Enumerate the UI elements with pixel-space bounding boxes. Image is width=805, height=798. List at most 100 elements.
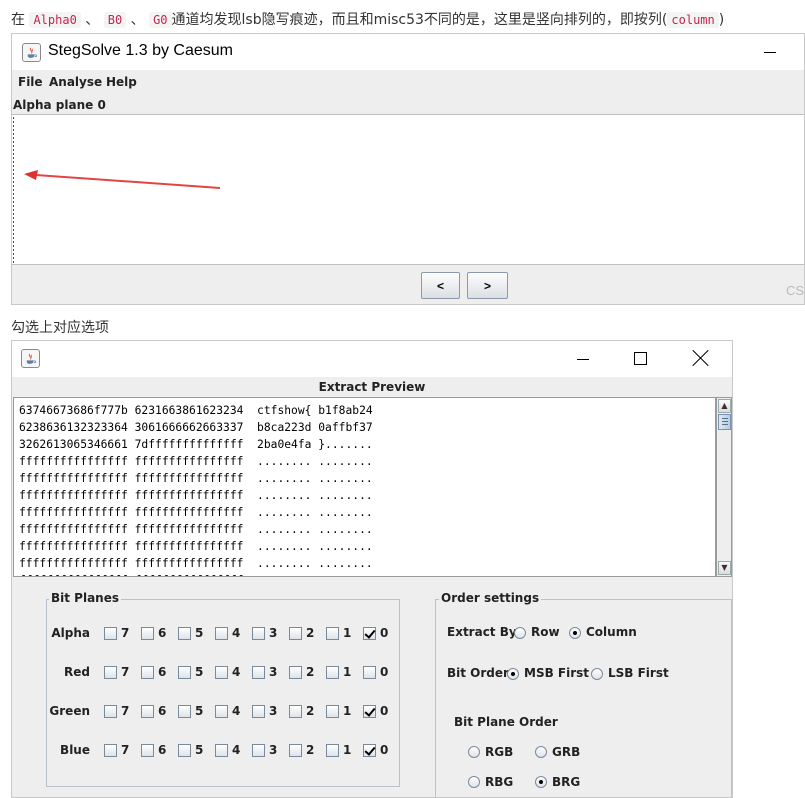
intro-middle: 通道均发现lsb隐写痕迹，而且和misc53不同的是，这里是竖向排列的，即按列( xyxy=(171,12,668,28)
menu-file[interactable]: File xyxy=(18,75,43,89)
green-bit-3-checkbox[interactable] xyxy=(252,705,265,718)
red-bit-5-checkbox[interactable] xyxy=(178,666,191,679)
minimize-button[interactable] xyxy=(572,347,594,369)
code-g0: G0 xyxy=(149,12,172,28)
rbg-label[interactable]: RBG xyxy=(485,775,513,789)
intro-text: 在 Alpha0 、 B0 、 G0 通道均发现lsb隐写痕迹，而且和misc53… xyxy=(11,9,724,29)
menu-help[interactable]: Help xyxy=(106,75,137,89)
bit-number-label: 2 xyxy=(306,704,315,718)
alpha-bit-5-checkbox[interactable] xyxy=(178,627,191,640)
blue-bit-7-checkbox[interactable] xyxy=(104,744,117,757)
rbg-radio[interactable] xyxy=(468,776,480,788)
alpha-bit-6-checkbox[interactable] xyxy=(141,627,154,640)
extract-by-column-radio[interactable] xyxy=(569,627,581,639)
alpha-bit-0-checkbox[interactable] xyxy=(363,627,376,640)
bit-planes-legend: Bit Planes xyxy=(49,591,122,605)
red-bit-1-checkbox[interactable] xyxy=(326,666,339,679)
bit-number-label: 7 xyxy=(121,704,130,718)
alpha-bit-7-checkbox[interactable] xyxy=(104,627,117,640)
bit-row-label-blue: Blue xyxy=(60,743,90,757)
bit-number-label: 0 xyxy=(380,704,389,718)
order-settings-legend: Order settings xyxy=(439,591,542,605)
bit-number-label: 2 xyxy=(306,626,315,640)
blue-bit-6-checkbox[interactable] xyxy=(141,744,154,757)
green-bit-0-checkbox[interactable] xyxy=(363,705,376,718)
scroll-up-arrow-icon[interactable]: ▲ xyxy=(718,399,731,413)
extract-by-label: Extract By xyxy=(447,625,517,639)
java-app-icon xyxy=(21,349,40,368)
extract-preview-title: Extract Preview xyxy=(318,380,426,394)
bit-number-label: 5 xyxy=(195,704,204,718)
java-app-icon xyxy=(22,43,41,62)
bit-row-label-red: Red xyxy=(64,665,90,679)
alpha-bit-3-checkbox[interactable] xyxy=(252,627,265,640)
alpha-bit-1-checkbox[interactable] xyxy=(326,627,339,640)
bit-number-label: 6 xyxy=(158,665,167,679)
minimize-button[interactable] xyxy=(759,40,781,62)
close-button[interactable] xyxy=(692,349,710,367)
red-bit-3-checkbox[interactable] xyxy=(252,666,265,679)
extract-by-row-radio[interactable] xyxy=(514,627,526,639)
red-bit-7-checkbox[interactable] xyxy=(104,666,117,679)
alpha-bit-4-checkbox[interactable] xyxy=(215,627,228,640)
bit-number-label: 6 xyxy=(158,704,167,718)
scroll-thumb[interactable] xyxy=(718,414,731,430)
window-title: StegSolve 1.3 by Caesum xyxy=(48,42,233,59)
brg-label[interactable]: BRG xyxy=(552,775,580,789)
bit-number-label: 3 xyxy=(269,743,278,757)
blue-bit-3-checkbox[interactable] xyxy=(252,744,265,757)
bit-number-label: 3 xyxy=(269,704,278,718)
scroll-down-arrow-icon[interactable]: ▼ xyxy=(718,561,731,575)
red-bit-6-checkbox[interactable] xyxy=(141,666,154,679)
msb-first-label[interactable]: MSB First xyxy=(524,666,589,680)
caption-text: 勾选上对应选项 xyxy=(11,320,109,336)
maximize-button[interactable] xyxy=(634,352,647,365)
brg-radio[interactable] xyxy=(535,776,547,788)
green-bit-6-checkbox[interactable] xyxy=(141,705,154,718)
green-bit-4-checkbox[interactable] xyxy=(215,705,228,718)
bit-number-label: 7 xyxy=(121,743,130,757)
extract-window: Extract Preview 63746673686f777b 6231663… xyxy=(11,340,733,798)
alpha-bit-2-checkbox[interactable] xyxy=(289,627,302,640)
extract-by-row-label[interactable]: Row xyxy=(531,625,560,639)
blue-bit-2-checkbox[interactable] xyxy=(289,744,302,757)
extract-title-bar xyxy=(12,341,732,377)
red-bit-0-checkbox[interactable] xyxy=(363,666,376,679)
blue-bit-5-checkbox[interactable] xyxy=(178,744,191,757)
preview-text: 63746673686f777b 6231663861623234 ctfsho… xyxy=(19,404,373,576)
blue-bit-1-checkbox[interactable] xyxy=(326,744,339,757)
green-bit-1-checkbox[interactable] xyxy=(326,705,339,718)
blue-bit-0-checkbox[interactable] xyxy=(363,744,376,757)
bit-number-label: 7 xyxy=(121,626,130,640)
vertical-scrollbar[interactable]: ▲ ▼ xyxy=(716,397,732,577)
prev-plane-button[interactable]: < xyxy=(421,272,460,299)
title-bar: StegSolve 1.3 by Caesum xyxy=(12,34,804,70)
grb-label[interactable]: GRB xyxy=(552,745,580,759)
green-bit-7-checkbox[interactable] xyxy=(104,705,117,718)
bit-plane-order-label: Bit Plane Order xyxy=(454,715,558,729)
green-bit-2-checkbox[interactable] xyxy=(289,705,302,718)
bit-number-label: 1 xyxy=(343,665,352,679)
green-bit-5-checkbox[interactable] xyxy=(178,705,191,718)
bit-number-label: 2 xyxy=(306,743,315,757)
red-bit-4-checkbox[interactable] xyxy=(215,666,228,679)
menu-analyse[interactable]: Analyse xyxy=(49,75,102,89)
bit-number-label: 6 xyxy=(158,743,167,757)
bit-number-label: 6 xyxy=(158,626,167,640)
extract-preview-textarea[interactable]: 63746673686f777b 6231663861623234 ctfsho… xyxy=(13,397,716,577)
next-plane-button[interactable]: > xyxy=(467,272,508,299)
blue-bit-4-checkbox[interactable] xyxy=(215,744,228,757)
lsb-first-label[interactable]: LSB First xyxy=(608,666,669,680)
msb-first-radio[interactable] xyxy=(507,668,519,680)
intro-prefix: 在 xyxy=(11,12,25,28)
red-bit-2-checkbox[interactable] xyxy=(289,666,302,679)
rgb-radio[interactable] xyxy=(468,746,480,758)
lsb-first-radio[interactable] xyxy=(591,668,603,680)
bit-row-label-alpha: Alpha xyxy=(51,626,90,640)
grb-radio[interactable] xyxy=(535,746,547,758)
intro-sep1: 、 xyxy=(85,12,100,28)
annotation-arrow-icon xyxy=(24,170,221,189)
image-pixel-column xyxy=(13,117,14,263)
extract-by-column-label[interactable]: Column xyxy=(586,625,637,639)
rgb-label[interactable]: RGB xyxy=(485,745,513,759)
